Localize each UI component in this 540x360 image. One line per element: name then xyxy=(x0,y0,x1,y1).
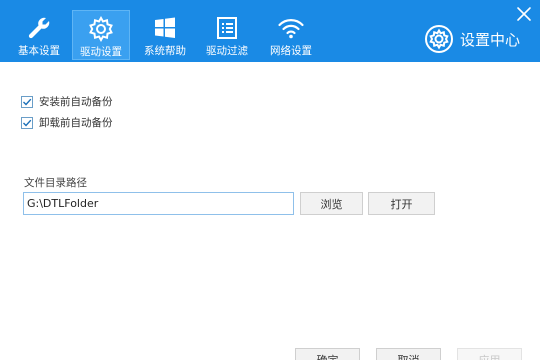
backup-before-uninstall-option[interactable]: 卸载前自动备份 xyxy=(21,115,113,130)
tab-label: 系统帮助 xyxy=(144,45,186,57)
wifi-icon xyxy=(278,19,304,39)
apply-button[interactable]: 应用 xyxy=(457,348,522,360)
checkbox-label: 卸载前自动备份 xyxy=(39,117,113,129)
browse-button[interactable]: 浏览 xyxy=(300,192,363,215)
checkbox-label: 安装前自动备份 xyxy=(39,96,113,108)
path-input[interactable] xyxy=(23,192,294,215)
windows-icon xyxy=(155,17,175,38)
wrench-icon xyxy=(28,17,50,39)
backup-before-install-option[interactable]: 安装前自动备份 xyxy=(21,94,113,109)
tab-system-help[interactable]: 系统帮助 xyxy=(136,10,194,60)
brand-label: 设置中心 xyxy=(460,30,521,49)
checkmark-icon xyxy=(23,119,32,127)
ok-button[interactable]: 确定 xyxy=(295,348,360,360)
header-bar: 基本设置 驱动设置 系统帮助 驱动过滤 网络设置 设置中心 xyxy=(0,0,540,62)
tab-label: 驱动设置 xyxy=(80,46,122,58)
checkbox[interactable] xyxy=(21,95,33,108)
tab-basic-settings[interactable]: 基本设置 xyxy=(10,10,68,60)
tab-driver-filter[interactable]: 驱动过滤 xyxy=(198,10,256,60)
tab-label: 基本设置 xyxy=(18,45,60,57)
checkmark-icon xyxy=(23,98,32,106)
cancel-button[interactable]: 取消 xyxy=(376,348,441,360)
open-button[interactable]: 打开 xyxy=(368,192,435,215)
gear-icon xyxy=(89,16,113,42)
tab-driver-settings[interactable]: 驱动设置 xyxy=(72,10,130,60)
settings-center-title: 设置中心 xyxy=(424,22,520,56)
settings-gear-icon xyxy=(425,25,453,53)
tab-network-settings[interactable]: 网络设置 xyxy=(262,10,320,60)
list-icon xyxy=(217,17,237,39)
tab-label: 驱动过滤 xyxy=(206,45,248,57)
close-icon xyxy=(517,7,531,21)
checkbox[interactable] xyxy=(21,116,33,129)
close-button[interactable] xyxy=(514,4,534,24)
path-label: 文件目录路径 xyxy=(24,177,87,189)
tab-label: 网络设置 xyxy=(270,45,312,57)
